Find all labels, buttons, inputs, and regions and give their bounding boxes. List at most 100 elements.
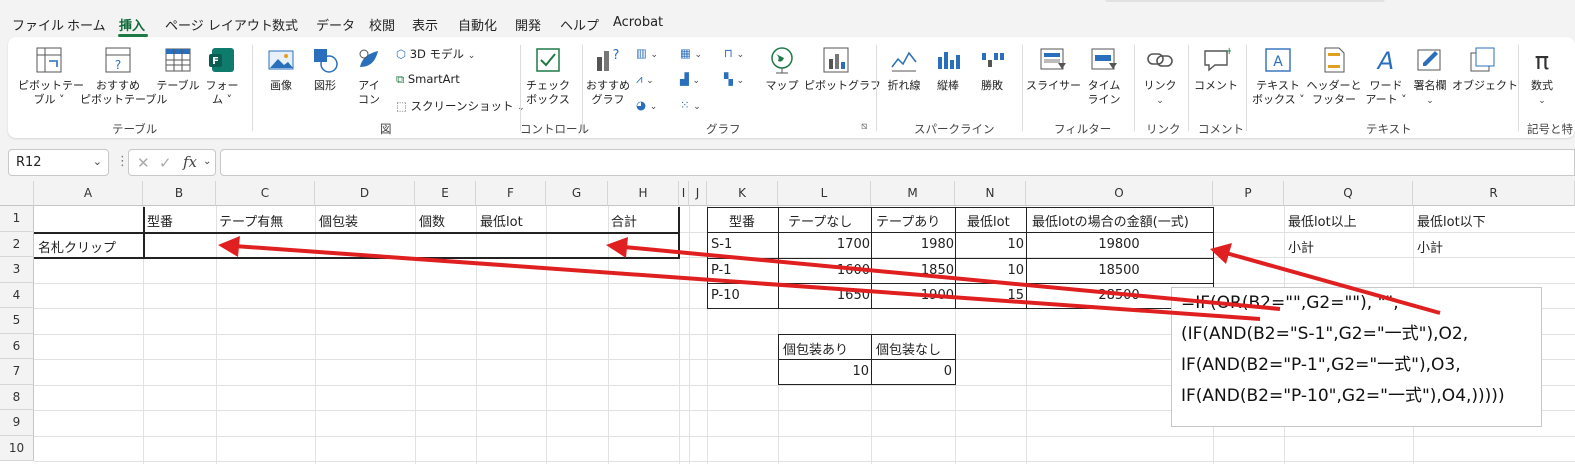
column-header[interactable]: E [415, 181, 476, 206]
spreadsheet-grid[interactable]: ABCDEFGHIJKLMNOPQR 1 2 3 4 5 6 7 8 9 10 型番 テープ有無 … [0, 181, 1575, 464]
checkbox-button[interactable]: チェック ボックス [526, 45, 570, 107]
menu-page-layout[interactable]: ページ レイアウト [165, 15, 273, 34]
textbox-button[interactable]: A テキスト ボックス ˅ [1252, 45, 1305, 107]
cell-M7[interactable]: 0 [872, 364, 952, 379]
row-header[interactable]: 6 [0, 333, 34, 359]
row-header[interactable]: 4 [0, 282, 34, 308]
link-button[interactable]: リンク ⌄ [1142, 45, 1178, 108]
cell-K1[interactable]: 型番 [729, 211, 755, 230]
3d-model-button[interactable]: ⬡ 3D モデル ⌄ [396, 46, 475, 62]
row-header[interactable]: 10 [0, 435, 34, 461]
menu-file[interactable]: ファイル [12, 15, 64, 34]
sparkline-winloss-button[interactable]: 勝敗 [974, 45, 1010, 93]
menu-automate[interactable]: 自動化 [458, 15, 497, 34]
menu-developer[interactable]: 開発 [515, 15, 541, 34]
cell-L3[interactable]: 1600 [780, 263, 870, 278]
search-box[interactable] [1105, 0, 1385, 2]
shapes-button[interactable]: 図形 [308, 45, 342, 93]
menu-view[interactable]: 表示 [412, 15, 438, 34]
comment-button[interactable]: + コメント [1194, 45, 1238, 93]
menu-acrobat[interactable]: Acrobat [613, 15, 663, 30]
timeline-button[interactable]: タイム ライン [1084, 45, 1124, 107]
column-header[interactable]: C [216, 181, 315, 206]
signature-line-button[interactable]: 署名欄 ⌄ [1408, 45, 1452, 108]
cancel-icon[interactable]: ✕ [137, 154, 150, 172]
cell-N1[interactable]: 最低lot [967, 211, 1010, 230]
cell-L4[interactable]: 1650 [780, 288, 870, 303]
statistic-chart-button[interactable]: ▟ ⌄ [680, 72, 700, 86]
screenshot-button[interactable]: ⬚ スクリーンショット ⌄ [396, 98, 525, 114]
column-header[interactable]: D [315, 181, 415, 206]
name-box[interactable]: R12 ⌄ [8, 149, 109, 176]
row-header[interactable]: 7 [0, 359, 34, 385]
column-header[interactable]: F [476, 181, 546, 206]
cell-O3[interactable]: 18500 [1026, 263, 1212, 278]
cell-M6[interactable]: 個包装なし [876, 339, 941, 358]
cell-L1[interactable]: テープなし [788, 211, 852, 230]
confirm-icon[interactable]: ✓ [159, 154, 172, 172]
cell-K3[interactable]: P-1 [711, 263, 732, 278]
scatter-chart-button[interactable]: ⁙ ⌄ [680, 98, 701, 112]
column-header[interactable]: O [1026, 181, 1213, 206]
cell-E1[interactable]: 個数 [419, 211, 445, 230]
row-header[interactable]: 1 [0, 206, 34, 232]
cell-L2[interactable]: 1700 [780, 237, 870, 252]
select-all-corner[interactable] [0, 181, 34, 206]
pie-chart-button[interactable]: ◕ ⌄ [636, 98, 657, 112]
chevron-down-icon[interactable]: ⌄ [203, 156, 211, 167]
hierarchy-chart-button[interactable]: ▦ ⌄ [680, 46, 702, 60]
map-button[interactable]: マップ [764, 45, 800, 93]
cell-M1[interactable]: テープあり [876, 211, 940, 230]
menu-help[interactable]: ヘルプ [560, 15, 599, 34]
cell-M4[interactable]: 1900 [872, 288, 954, 303]
row-header[interactable]: 3 [0, 257, 34, 283]
cell-F1[interactable]: 最低lot [480, 211, 523, 230]
combo-chart-button[interactable]: ▚ ⌄ [724, 72, 744, 86]
object-button[interactable]: オブジェクト [1452, 45, 1518, 93]
column-header[interactable]: P [1213, 181, 1284, 206]
cell-A2[interactable]: 名札クリップ [38, 237, 116, 256]
image-button[interactable]: 画像 [264, 45, 298, 93]
pivot-chart-button[interactable]: ピボットグラフ [804, 45, 881, 93]
cell-N4[interactable]: 15 [956, 288, 1024, 303]
formula-input[interactable] [220, 149, 1575, 176]
recommended-chart-button[interactable]: ? おすすめ グラフ [586, 45, 630, 107]
cell-H1[interactable]: 合計 [611, 211, 637, 230]
column-header[interactable]: M [871, 181, 955, 206]
menu-insert[interactable]: 挿入 [119, 15, 145, 34]
chevron-down-icon[interactable]: ⌄ [93, 155, 102, 168]
cell-O2[interactable]: 19800 [1026, 237, 1212, 252]
menu-review[interactable]: 校閲 [369, 15, 395, 34]
column-header[interactable]: H [608, 181, 679, 206]
row-header[interactable]: 8 [0, 384, 34, 410]
cell-B1[interactable]: 型番 [147, 211, 173, 230]
table-button[interactable]: テーブル [156, 45, 200, 93]
slicer-button[interactable]: スライサー [1026, 45, 1081, 93]
cell-L6[interactable]: 個包装あり [783, 339, 848, 358]
menu-formulas[interactable]: 数式 [272, 15, 298, 34]
cell-M3[interactable]: 1850 [872, 263, 954, 278]
cell-O1[interactable]: 最低lotの場合の金額(一式) [1032, 211, 1189, 230]
equation-button[interactable]: π 数式 ⌄ [1522, 45, 1562, 108]
cell-N2[interactable]: 10 [956, 237, 1024, 252]
recommended-pivot-button[interactable]: ? おすすめ ピボットテーブル [80, 45, 167, 107]
smartart-button[interactable]: ⧉ SmartArt [396, 72, 460, 87]
row-header[interactable]: 2 [0, 231, 34, 257]
cell-D1[interactable]: 個包装 [319, 211, 358, 230]
cell-Q2[interactable]: 小計 [1288, 237, 1314, 256]
cell-R1[interactable]: 最低lot以下 [1417, 211, 1486, 230]
cell-K4[interactable]: P-10 [711, 288, 740, 303]
cell-M2[interactable]: 1980 [872, 237, 954, 252]
cell-K2[interactable]: S-1 [711, 237, 732, 252]
column-header[interactable]: I [679, 181, 689, 206]
column-header[interactable]: K [707, 181, 778, 206]
column-header[interactable]: B [143, 181, 216, 206]
header-footer-button[interactable]: ヘッダーと フッター [1306, 45, 1362, 107]
sparkline-line-button[interactable]: 折れ線 [882, 45, 926, 93]
pivot-table-button[interactable]: ピボットテー ブル ˅ [18, 45, 84, 107]
column-chart-button[interactable]: ▥ ⌄ [636, 46, 658, 60]
cell-R2[interactable]: 小計 [1417, 237, 1443, 256]
row-header[interactable]: 5 [0, 308, 34, 334]
dialog-launcher-icon[interactable]: ⧅ [861, 121, 867, 132]
wordart-button[interactable]: A ワード アート ˅ [1364, 45, 1408, 107]
